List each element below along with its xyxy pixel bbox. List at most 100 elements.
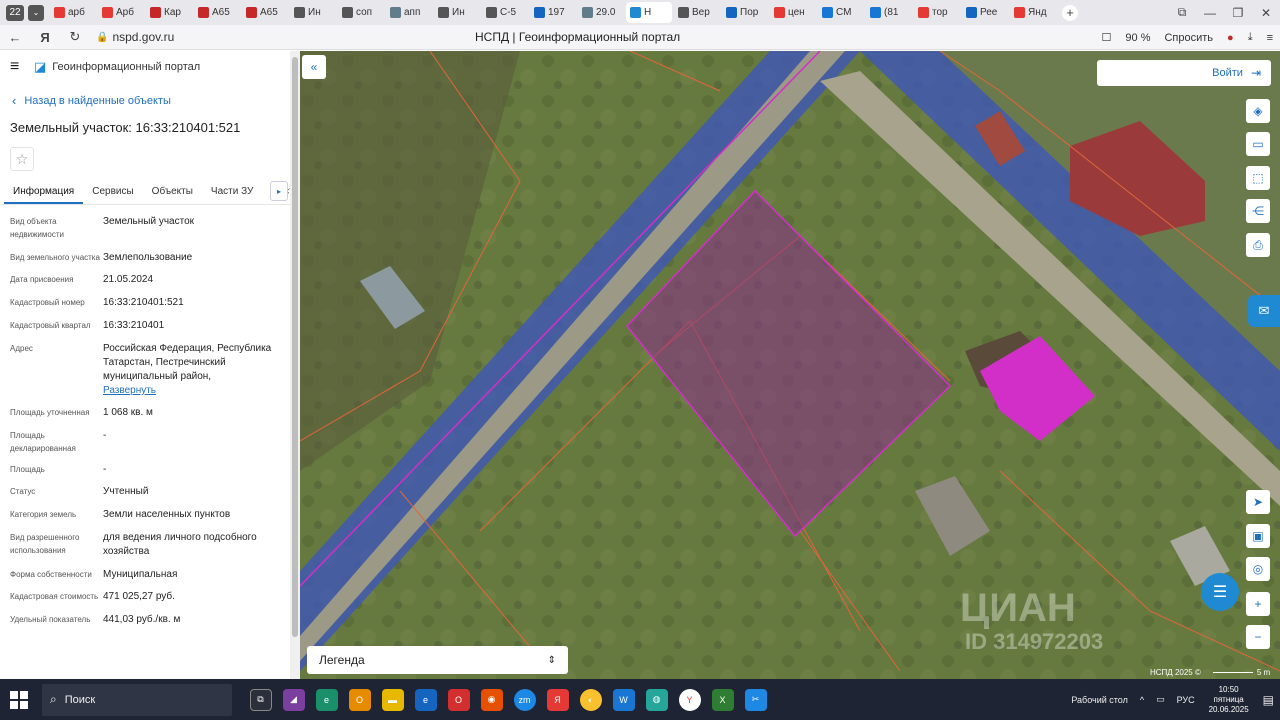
- browser-tab[interactable]: Пор: [722, 2, 768, 23]
- print-icon[interactable]: ⎙: [1246, 233, 1270, 257]
- input-language[interactable]: РУС: [1177, 695, 1195, 705]
- login-button[interactable]: Войти ⇥: [1097, 60, 1271, 86]
- expand-address-link[interactable]: Развернуть: [103, 385, 156, 396]
- browser-tab[interactable]: Н: [626, 2, 672, 23]
- browser-tab[interactable]: Янд: [1010, 2, 1056, 23]
- browser-tab[interactable]: (81: [866, 2, 912, 23]
- tab-information[interactable]: Информация: [4, 186, 84, 204]
- layers-icon[interactable]: ◈: [1246, 99, 1270, 123]
- tab-menu-chevron-icon[interactable]: ⌄: [28, 4, 44, 21]
- browser-tab[interactable]: С-5: [482, 2, 528, 23]
- browser-tab[interactable]: цен: [770, 2, 816, 23]
- excel-icon[interactable]: X: [711, 688, 734, 711]
- tab-parts[interactable]: Части ЗУ: [202, 186, 262, 204]
- close-icon[interactable]: ✕: [1252, 6, 1280, 20]
- property-label: Кадастровый номер: [10, 298, 85, 307]
- snipping-tool-icon[interactable]: ✂: [744, 688, 767, 711]
- extension-icon[interactable]: ●: [1227, 32, 1234, 44]
- chat-bubble-icon[interactable]: ☰: [1201, 573, 1239, 611]
- legend-dropdown[interactable]: Легенда ⇕: [307, 646, 568, 674]
- network-icon[interactable]: ▭: [1156, 694, 1165, 705]
- browser-tab[interactable]: Вер: [674, 2, 720, 23]
- browser-tab[interactable]: апп: [386, 2, 432, 23]
- opera-icon[interactable]: O: [447, 688, 470, 711]
- downloads-icon[interactable]: ⤓: [1248, 31, 1253, 44]
- zoom-in-icon[interactable]: +: [1246, 592, 1270, 616]
- property-value: Земли населенных пунктов: [103, 509, 231, 520]
- zoom-out-icon[interactable]: −: [1246, 625, 1270, 649]
- panel-scrollbar[interactable]: [290, 51, 300, 679]
- browser-tab[interactable]: арб: [50, 2, 96, 23]
- ask-alice-button[interactable]: Спросить: [1164, 32, 1213, 44]
- collapse-panel-button[interactable]: «: [302, 55, 326, 79]
- internet-explorer-icon[interactable]: e: [414, 688, 437, 711]
- restore-icon[interactable]: ❐: [1224, 6, 1252, 20]
- taskbar-search[interactable]: ⌕ Поиск: [42, 683, 232, 716]
- tab-count-badge[interactable]: 22: [6, 4, 24, 21]
- property-value-block: 16:33:210401:521: [103, 296, 184, 310]
- support-chat-icon[interactable]: ✉: [1248, 295, 1280, 327]
- zoom-level[interactable]: 90 %: [1125, 32, 1150, 44]
- word-icon[interactable]: W: [612, 688, 635, 711]
- back-arrow-icon[interactable]: ←: [0, 30, 30, 45]
- browser-tab[interactable]: А65: [242, 2, 288, 23]
- yandex-logo-icon[interactable]: Я: [30, 30, 60, 45]
- firefox-icon[interactable]: ◉: [480, 688, 503, 711]
- teal-app-icon[interactable]: ◍: [645, 688, 668, 711]
- edge-browser-icon[interactable]: e: [315, 688, 338, 711]
- collections-icon[interactable]: ⧉: [1168, 5, 1196, 20]
- browser-tab[interactable]: соп: [338, 2, 384, 23]
- ruler-icon[interactable]: ▭: [1246, 132, 1270, 156]
- browser-tab[interactable]: А65: [194, 2, 240, 23]
- zoom-icon[interactable]: zm: [513, 688, 536, 711]
- tab-label: (81: [884, 7, 899, 18]
- minimize-icon[interactable]: —: [1196, 6, 1224, 20]
- windows-start-icon[interactable]: [10, 690, 28, 709]
- minimap-icon[interactable]: ▣: [1246, 524, 1270, 548]
- outlook-icon[interactable]: O: [348, 688, 371, 711]
- lock-icon[interactable]: 🔒: [96, 32, 108, 43]
- browser-tab[interactable]: тор: [914, 2, 960, 23]
- browser-tab[interactable]: Арб: [98, 2, 144, 23]
- tray-chevron-up-icon[interactable]: ^: [1140, 695, 1144, 705]
- browser-tab[interactable]: 197: [530, 2, 576, 23]
- favorite-star-icon[interactable]: ☆: [10, 147, 34, 171]
- browser-menu-icon[interactable]: ≡: [1267, 32, 1273, 44]
- tab-services[interactable]: Сервисы: [83, 186, 142, 204]
- tab-favicon-icon: [630, 7, 641, 18]
- select-area-icon[interactable]: ⬚: [1246, 166, 1270, 190]
- browser-tab[interactable]: СМ: [818, 2, 864, 23]
- yandex-icon[interactable]: Я: [546, 688, 569, 711]
- desktop-label[interactable]: Рабочий стол: [1071, 695, 1128, 705]
- app-icon-purple[interactable]: ◢: [282, 688, 305, 711]
- navigation-arrow-icon[interactable]: ➤: [1246, 490, 1270, 514]
- task-view-icon[interactable]: ⧉: [249, 688, 272, 711]
- back-to-results-link[interactable]: ‹ Назад в найденные объекты: [12, 93, 290, 108]
- clock[interactable]: 10:50 пятница 20.06.2025: [1209, 685, 1249, 715]
- taskbar-apps: ⧉ ◢ e O ▬ e O ◉ zm Я ◐ W ◍ Y X ✂: [244, 688, 772, 711]
- file-explorer-icon[interactable]: ▬: [381, 688, 404, 711]
- tab-label: Рее: [980, 7, 998, 18]
- browser-tab[interactable]: Рее: [962, 2, 1008, 23]
- new-tab-plus-icon[interactable]: +: [1062, 4, 1078, 21]
- browser-tab[interactable]: Кар: [146, 2, 192, 23]
- reload-icon[interactable]: ↻: [60, 29, 90, 45]
- browser-tab[interactable]: Ин: [290, 2, 336, 23]
- browser-tab[interactable]: Ин: [434, 2, 480, 23]
- share-icon[interactable]: ⋲: [1246, 199, 1270, 223]
- tabs-scroll-right-icon[interactable]: ▸: [270, 181, 288, 201]
- satellite-map: ЦИАН ID 314972203: [300, 51, 1280, 679]
- map-view[interactable]: ЦИАН ID 314972203 « Войти ⇥ ◈ ▭ ⬚ ⋲ ⎙ ✉ …: [300, 51, 1280, 679]
- notifications-icon[interactable]: ▤: [1263, 693, 1274, 707]
- scrollbar-thumb[interactable]: [292, 57, 298, 637]
- bookmark-icon[interactable]: ☐: [1102, 31, 1112, 44]
- location-icon[interactable]: ◎: [1246, 557, 1270, 581]
- tab-favicon-icon: [534, 7, 545, 18]
- tab-objects[interactable]: Объекты: [143, 186, 202, 204]
- url-field[interactable]: nspd.gov.ru: [112, 30, 174, 44]
- browser-tab[interactable]: 29.0: [578, 2, 624, 23]
- hamburger-menu-icon[interactable]: ≡: [10, 58, 34, 76]
- tab-favicon-icon: [486, 7, 497, 18]
- yandex-browser-icon[interactable]: Y: [678, 688, 701, 711]
- yellow-app-icon[interactable]: ◐: [579, 688, 602, 711]
